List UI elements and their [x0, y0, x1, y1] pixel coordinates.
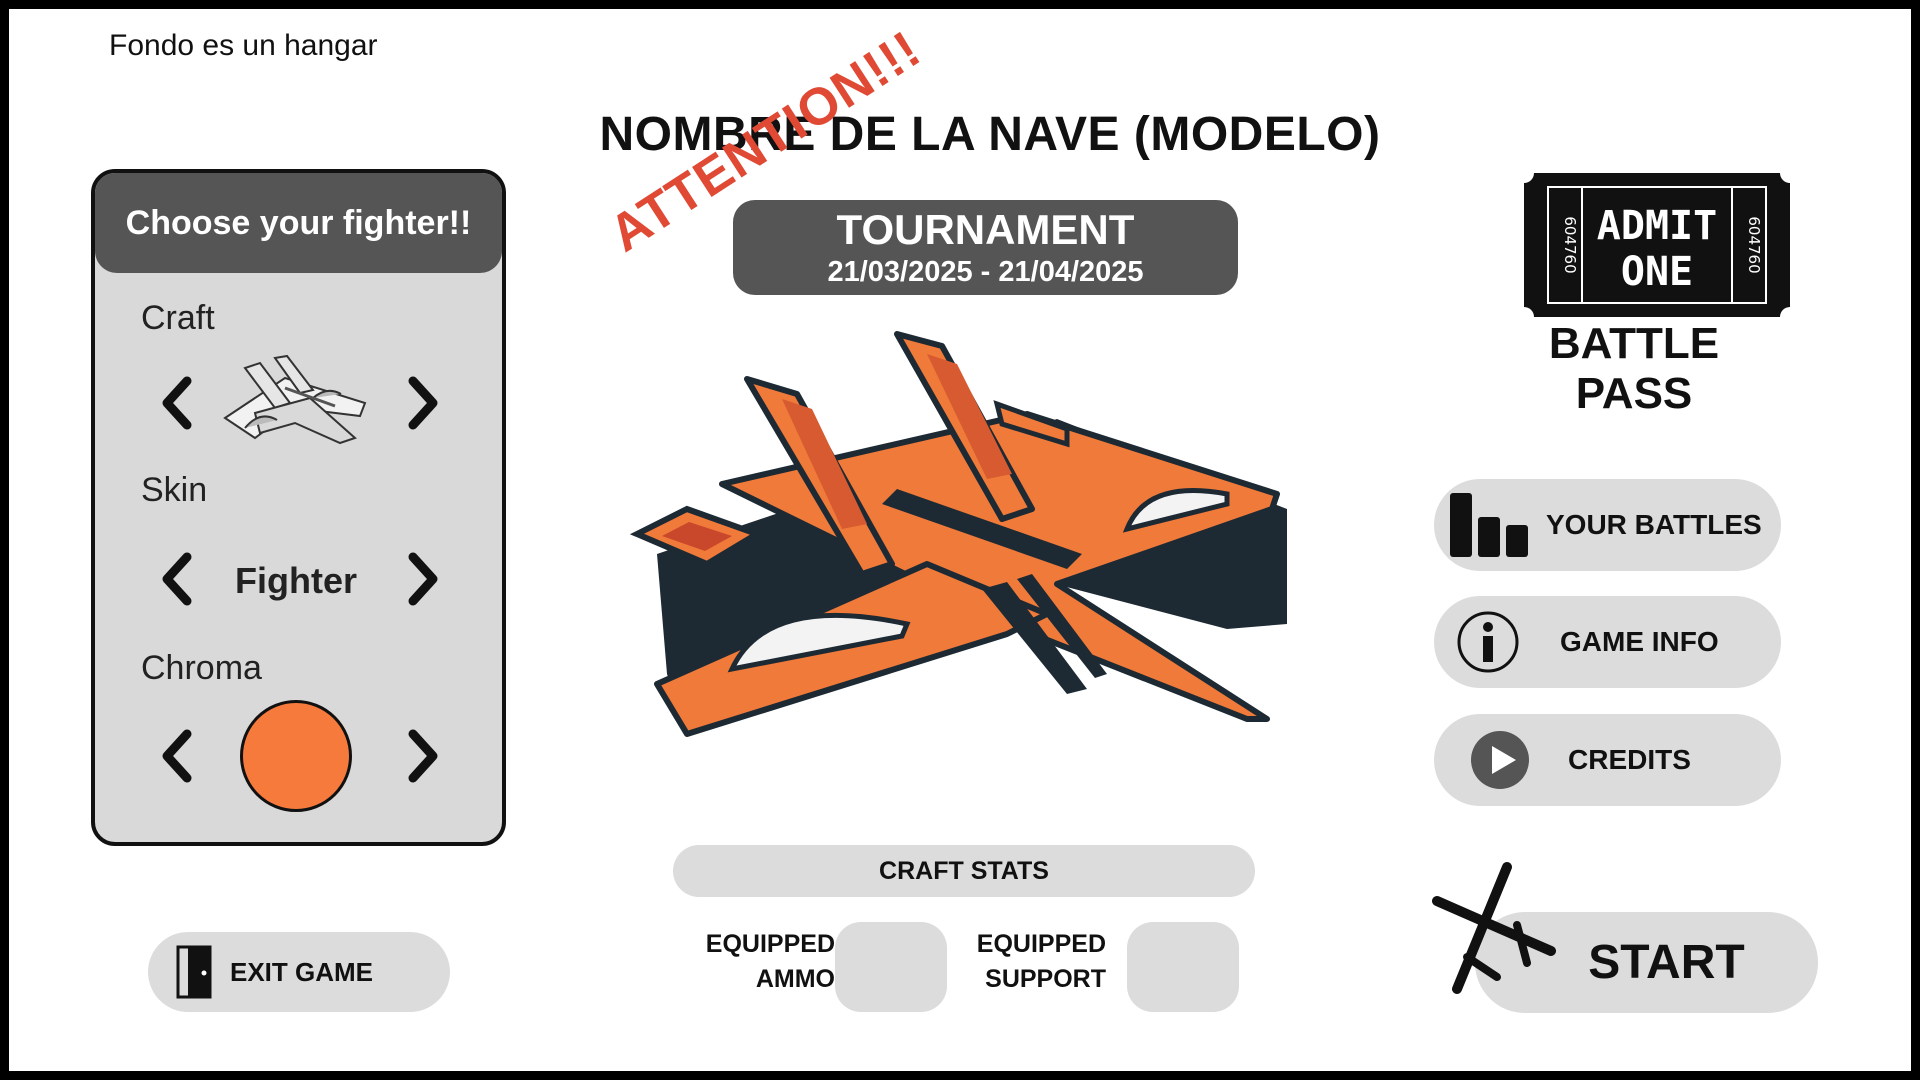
background-note: Fondo es un hangar	[109, 29, 378, 62]
skin-label: Skin	[141, 471, 208, 509]
skin-prev-button[interactable]	[155, 549, 199, 609]
ticket-line-1: ADMIT	[1597, 203, 1717, 249]
skin-value: Fighter	[235, 560, 357, 601]
craft-preview-image	[215, 348, 375, 453]
equipped-ammo-line1: EQUIPPED	[705, 930, 835, 958]
tournament-dates: 21/03/2025 - 21/04/2025	[827, 256, 1144, 288]
bar-chart-icon	[1450, 493, 1528, 557]
craft-prev-button[interactable]	[155, 373, 199, 433]
your-battles-button[interactable]: YOUR BATTLES	[1434, 479, 1781, 571]
start-label: START	[1588, 936, 1745, 989]
credits-button[interactable]: CREDITS	[1434, 714, 1781, 806]
equipped-support-slot[interactable]	[1127, 922, 1239, 1012]
battle-pass-ticket[interactable]: ADMIT ONE 604760 604760	[1524, 167, 1790, 323]
chroma-prev-button[interactable]	[155, 726, 199, 786]
ticket-line-2: ONE	[1621, 249, 1693, 295]
ticket-icon: ADMIT ONE 604760 604760	[1524, 173, 1790, 317]
equipped-support-line2: SUPPORT	[985, 965, 1106, 993]
credits-label: CREDITS	[1568, 744, 1691, 775]
skin-next-button[interactable]	[401, 549, 445, 609]
fighter-jet-illustration	[629, 331, 1287, 737]
ticket-serial-left: 604760	[1561, 216, 1579, 273]
chroma-label: Chroma	[141, 649, 262, 687]
exit-game-button[interactable]: EXIT GAME	[148, 932, 450, 1012]
fighter-selection-panel: Choose your fighter!! Craft Skin Fighter	[91, 169, 506, 846]
ship-preview	[627, 324, 1307, 774]
tournament-title: TOURNAMENT	[836, 206, 1135, 253]
craft-label: Craft	[141, 299, 215, 337]
main-menu-screen: Fondo es un hangar NOMBRE DE LA NAVE (MO…	[9, 9, 1911, 1071]
ship-title: NOMBRE DE LA NAVE (MODELO)	[599, 108, 1381, 161]
equipped-support-label: EQUIPPED SUPPORT	[959, 927, 1106, 997]
panel-header: Choose your fighter!!	[95, 173, 502, 273]
equipped-ammo-label: EQUIPPED AMMO	[691, 927, 835, 997]
equipped-ammo-line2: AMMO	[755, 965, 835, 993]
game-info-button[interactable]: GAME INFO	[1434, 596, 1781, 688]
chevron-left-icon	[162, 729, 192, 783]
tournament-banner[interactable]: TOURNAMENT 21/03/2025 - 21/04/2025	[733, 200, 1238, 295]
info-icon	[1457, 611, 1519, 673]
craft-next-button[interactable]	[401, 373, 445, 433]
your-battles-label: YOUR BATTLES	[1546, 509, 1762, 540]
door-icon	[176, 945, 212, 999]
exit-game-label: EXIT GAME	[230, 956, 374, 987]
equipped-ammo-slot[interactable]	[835, 922, 947, 1012]
chevron-right-icon	[408, 729, 438, 783]
chevron-left-icon	[162, 376, 192, 430]
chevron-right-icon	[408, 376, 438, 430]
craft-stats-button[interactable]: CRAFT STATS	[673, 845, 1255, 897]
equipped-support-line1: EQUIPPED	[976, 930, 1106, 958]
battle-pass-label[interactable]: BATTLE PASS	[1499, 319, 1769, 419]
fighter-jet-thumbnail	[223, 354, 367, 445]
ticket-serial-right: 604760	[1745, 216, 1763, 273]
crossed-swords-icon	[1427, 859, 1567, 999]
chevron-right-icon	[408, 552, 438, 606]
game-info-label: GAME INFO	[1560, 626, 1719, 657]
chevron-left-icon	[162, 552, 192, 606]
play-icon	[1471, 731, 1529, 789]
chroma-next-button[interactable]	[401, 726, 445, 786]
chroma-swatch[interactable]	[240, 700, 352, 812]
